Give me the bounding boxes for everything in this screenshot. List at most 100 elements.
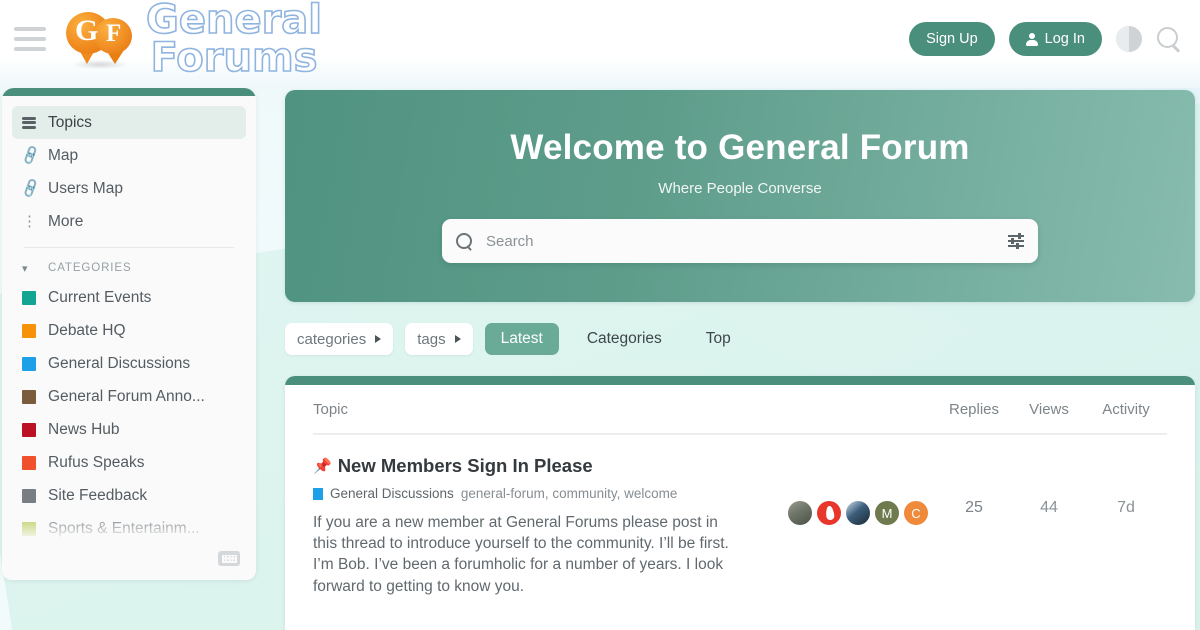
category-label: Rufus Speaks [48,453,145,471]
avatar[interactable] [787,500,813,526]
sidebar-item-map[interactable]: 🔗 Map [12,139,246,172]
topic-views-count: 44 [1040,499,1058,516]
sidebar-item-users-map[interactable]: 🔗 Users Map [12,172,246,205]
pin-icon: 📌 [313,458,332,475]
sidebar-content: Topics 🔗 Map 🔗 Users Map ⋮ More ▾ CATEGO… [2,96,256,545]
sliders-icon[interactable] [1008,232,1024,250]
avatar[interactable]: C [903,500,929,526]
logo-line-2: Forums [150,35,318,81]
topic-title-text: New Members Sign In Please [337,455,593,476]
topic-tags[interactable]: general-forum, community, welcome [461,486,678,501]
site-header: G F General Forums Sign Up Log In [0,0,1200,81]
tags-dropdown[interactable]: tags [405,323,473,355]
filter-navbar: categories tags Latest Categories Top [285,322,1195,356]
category-label: Current Events [48,288,152,306]
category-color-swatch [22,422,36,437]
column-header-topic[interactable]: Topic [313,401,935,418]
table-header-row: Topic Replies Views Activity [313,385,1167,435]
caret-right-icon [375,335,382,343]
category-color-swatch [22,488,36,503]
search-input[interactable] [486,232,1008,250]
tab-categories[interactable]: Categories [571,323,678,355]
sign-up-button[interactable]: Sign Up [909,22,995,56]
sidebar-category-site-feedback[interactable]: Site Feedback [12,479,246,512]
topic-excerpt: If you are a new member at General Forum… [313,514,729,595]
sidebar-item-label: Users Map [48,179,123,197]
topic-title-link[interactable]: 📌 New Members Sign In Please [313,455,769,477]
topic-cell: 📌 New Members Sign In Please General Dis… [313,455,787,597]
stack-icon [22,116,48,129]
logo-letter-f: F [106,20,122,47]
chevron-down-icon: ▾ [22,262,29,275]
sidebar-category-current-events[interactable]: Current Events [12,281,246,314]
topic-category-link[interactable]: General Discussions [330,486,454,501]
caret-right-icon [454,335,461,343]
main-column: Welcome to General Forum Where People Co… [285,90,1195,630]
dark-mode-toggle-icon[interactable] [1116,26,1142,52]
category-label: Debate HQ [48,321,126,339]
column-header-activity[interactable]: Activity [1085,401,1167,418]
tags-dropdown-label: tags [417,330,446,348]
avatar[interactable]: M [874,500,900,526]
topic-participants: M C [787,455,935,597]
topic-meta: General Discussions general-forum, commu… [313,486,769,501]
sidebar-item-label: More [48,212,84,230]
category-color-swatch [22,455,36,470]
category-color-swatch [22,323,36,338]
hamburger-icon[interactable] [14,27,46,51]
search-icon[interactable] [1156,26,1182,52]
sidebar-divider [24,247,234,248]
table-row[interactable]: 📌 New Members Sign In Please General Dis… [313,435,1167,597]
sidebar-category-sports-entertainment[interactable]: Sports & Entertainm... [12,512,246,545]
log-in-label: Log In [1044,31,1085,47]
category-label: Site Feedback [48,486,148,504]
link-icon: 🔗 [19,144,42,166]
log-in-button[interactable]: Log In [1008,22,1102,56]
avatar[interactable] [816,500,842,526]
sidebar-category-rufus-speaks[interactable]: Rufus Speaks [12,446,246,479]
page-title: Welcome to General Forum [510,128,970,167]
page-root: G F General Forums Sign Up Log In Topics… [0,0,1200,630]
categories-section-header[interactable]: ▾ CATEGORIES [12,255,246,281]
logo-wordmark: General Forums [145,0,323,81]
column-header-replies[interactable]: Replies [935,401,1013,418]
sidebar-item-label: Map [48,146,79,164]
logo-mark-icon: G F [66,10,138,69]
sidebar-item-label: Topics [48,113,92,131]
sidebar-category-general-discussions[interactable]: General Discussions [12,347,246,380]
sidebar-item-more[interactable]: ⋮ More [12,205,246,238]
hero-banner: Welcome to General Forum Where People Co… [285,90,1195,302]
person-icon [1025,32,1038,46]
sidebar-category-news-hub[interactable]: News Hub [12,413,246,446]
categories-dropdown[interactable]: categories [285,323,394,355]
category-color-swatch [313,487,323,500]
search-icon [456,232,473,250]
avatar[interactable] [845,500,871,526]
category-color-swatch [22,389,36,404]
category-label: General Forum Anno... [48,387,205,405]
category-color-swatch [22,290,36,305]
hero-subtitle: Where People Converse [658,180,822,197]
sidebar-accent-bar [2,88,256,96]
column-header-views[interactable]: Views [1013,401,1085,418]
sidebar-category-general-forum-announcements[interactable]: General Forum Anno... [12,380,246,413]
site-logo[interactable]: G F General Forums [66,0,323,81]
logo-letter-g: G [75,14,99,47]
tab-top[interactable]: Top [690,323,747,355]
sidebar-category-debate-hq[interactable]: Debate HQ [12,314,246,347]
sidebar-item-topics[interactable]: Topics [12,106,246,139]
list-accent-bar [285,376,1195,385]
tab-latest[interactable]: Latest [484,323,559,355]
topic-list-body: Topic Replies Views Activity 📌 New Membe… [285,385,1195,597]
sidebar: Topics 🔗 Map 🔗 Users Map ⋮ More ▾ CATEGO… [2,88,256,580]
hero-search-bar[interactable] [442,219,1038,263]
category-label: General Discussions [48,354,191,372]
link-icon: 🔗 [19,177,42,199]
vertical-dots-icon: ⋮ [22,213,37,230]
category-color-swatch [22,356,36,371]
topic-replies-count: 25 [965,499,983,516]
categories-header-label: CATEGORIES [48,262,132,274]
topic-list-card: Topic Replies Views Activity 📌 New Membe… [285,376,1195,630]
keyboard-icon[interactable] [218,551,240,566]
category-label: News Hub [48,420,120,438]
